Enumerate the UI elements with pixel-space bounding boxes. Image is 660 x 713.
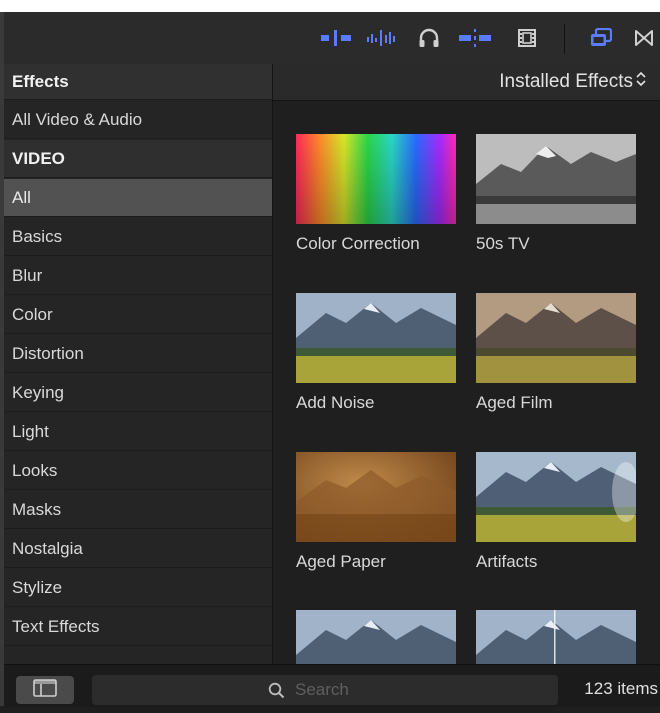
effects-browser: Installed Effects Color Correction 50s T… (273, 64, 660, 664)
effect-thumbnail-add-noise[interactable] (296, 293, 456, 383)
browser-header: Installed Effects (273, 64, 660, 101)
sidebar-item-light[interactable]: Light (4, 413, 272, 451)
installed-effects-label: Installed Effects (499, 71, 633, 93)
effect-thumbnail-partial-2[interactable] (476, 610, 636, 664)
headphones-icon[interactable] (412, 12, 446, 64)
browser-toggle-icon[interactable] (584, 12, 618, 64)
effect-label-add-noise: Add Noise (296, 393, 375, 412)
effect-label-color-correction: Color Correction (296, 234, 420, 253)
window-top-edge (0, 0, 660, 12)
sidebar-item-stylize[interactable]: Stylize (4, 569, 272, 607)
sidebar-item-keying[interactable]: Keying (4, 374, 272, 412)
effects-sidebar: Effects All Video & Audio VIDEO All Basi… (4, 64, 273, 664)
sidebar-item-text-effects[interactable]: Text Effects (4, 608, 272, 646)
effect-thumbnail-color-correction[interactable] (296, 134, 456, 224)
sidebar-header: Effects (4, 64, 272, 100)
sidebar-section-video[interactable]: VIDEO (4, 140, 272, 178)
sidebar-item-color[interactable]: Color (4, 296, 272, 334)
bottom-bar: 123 items (4, 664, 660, 707)
snapping-icon[interactable] (456, 12, 494, 64)
sidebar-item-looks[interactable]: Looks (4, 452, 272, 490)
toolbar-divider (564, 24, 565, 54)
search-field[interactable] (92, 675, 558, 705)
toggle-sidebar-button[interactable] (16, 676, 74, 704)
installed-effects-popup[interactable]: Installed Effects (499, 64, 646, 100)
effect-label-artifacts: Artifacts (476, 552, 538, 571)
effect-label-50s-tv: 50s TV (476, 234, 530, 253)
effect-thumbnail-artifacts[interactable] (476, 452, 636, 542)
sidebar-item-blur[interactable]: Blur (4, 257, 272, 295)
sidebar-item-all[interactable]: All (4, 179, 272, 217)
effect-thumbnail-aged-film[interactable] (476, 293, 636, 383)
video-only-icon[interactable] (319, 12, 353, 64)
effect-label-aged-paper: Aged Paper (296, 552, 386, 571)
effect-thumbnail-50s-tv[interactable] (476, 134, 636, 224)
sidebar-item-nostalgia[interactable]: Nostalgia (4, 530, 272, 568)
search-icon (268, 682, 285, 699)
viewer-icon[interactable] (510, 12, 544, 64)
effect-label-aged-film: Aged Film (476, 393, 553, 412)
effect-thumbnail-partial-1[interactable] (296, 610, 456, 664)
sidebar-item-distortion[interactable]: Distortion (4, 335, 272, 373)
transitions-icon[interactable] (628, 12, 660, 64)
search-input[interactable] (293, 679, 497, 701)
sidebar-icon (33, 678, 57, 702)
sidebar-item-basics[interactable]: Basics (4, 218, 272, 256)
toolbar (4, 12, 660, 65)
sidebar-item-all-video-audio[interactable]: All Video & Audio (4, 101, 272, 139)
sidebar-item-masks[interactable]: Masks (4, 491, 272, 529)
effect-thumbnail-aged-paper[interactable] (296, 452, 456, 542)
audio-only-icon[interactable] (365, 12, 399, 64)
updown-chevron-icon (636, 64, 646, 100)
